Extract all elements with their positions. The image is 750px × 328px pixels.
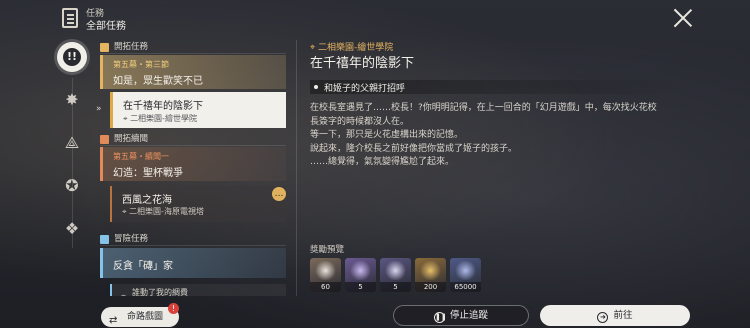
location-pin-icon: ⌖ xyxy=(122,207,127,216)
adventure-mark-icon xyxy=(100,235,109,244)
arrow-right-icon: ➜ xyxy=(597,312,609,323)
rail-adventure-button[interactable]: ✪ xyxy=(62,176,82,196)
exclamation-icon: !! xyxy=(63,48,81,66)
panel-divider xyxy=(296,40,297,296)
reward-item[interactable]: 65000 xyxy=(450,258,481,292)
reward-item[interactable]: 5 xyxy=(345,258,376,292)
location-pin-icon: ⌖ xyxy=(123,114,128,123)
stop-tracking-button[interactable]: ❚❚ 停止追蹤 xyxy=(393,305,529,326)
star-icon: ✪ xyxy=(65,176,79,195)
rail-daily-button[interactable]: ❖ xyxy=(62,219,82,239)
rewards-row: 60 5 5 200 65000 xyxy=(310,258,481,292)
quest-card-trailblaze[interactable]: 第五幕・第三節 如是，眾生歡笑不已 xyxy=(100,55,286,89)
rail-trailblaze-button[interactable]: ✸ xyxy=(62,90,82,110)
rail-companion-button[interactable]: ⟁ xyxy=(62,133,82,153)
objective-bullet-icon xyxy=(314,85,318,89)
reward-item[interactable]: 5 xyxy=(380,258,411,292)
quest-description: 在校長室遇見了……校長！?你明明記得，在上一回合的「幻月遊戲」中，每次找火花校 … xyxy=(310,103,657,167)
quest-card-active[interactable]: 在千禧年的陰影下 ⌖ 二相樂園-繪世學院 xyxy=(110,92,286,128)
quest-list[interactable]: 開拓任務 第五幕・第三節 如是，眾生歡笑不已 在千禧年的陰影下 ⌖ 二相樂園-繪… xyxy=(100,38,290,296)
quest-card-adventure[interactable]: 反貪「磚」家 xyxy=(100,248,286,278)
triangle-icon: ⟁ xyxy=(64,133,80,152)
reward-item[interactable]: 200 xyxy=(415,258,446,292)
gear-diamond-icon: ✸ xyxy=(65,90,79,109)
reward-icon xyxy=(314,261,337,280)
objective-text: 和姬子的父親打招呼 xyxy=(324,84,406,94)
reward-icon xyxy=(419,261,442,280)
section-header-trailblaze: 開拓任務 xyxy=(100,40,286,54)
detail-title: 在千禧年的陰影下 xyxy=(310,56,415,71)
quest-card-continuance[interactable]: 第五幕・續聞一 幻造：聖杯戰爭 xyxy=(100,147,286,181)
selected-arrow-icon: » xyxy=(96,104,102,114)
reward-icon xyxy=(349,261,372,280)
pause-icon: ❚❚ xyxy=(433,312,447,323)
map-icon: ⇄ xyxy=(109,315,118,326)
eye-icon: ◉ xyxy=(120,293,127,296)
reward-icon xyxy=(454,261,477,280)
go-button[interactable]: ➜ 前往 xyxy=(540,305,690,326)
close-button[interactable] xyxy=(673,8,693,28)
diamond-icon: ❖ xyxy=(64,219,80,238)
trailblaze-mark-icon xyxy=(100,43,109,52)
quest-card-peek[interactable]: ◉ 誰動了我的綢費 xyxy=(110,284,286,296)
reward-item[interactable]: 60 xyxy=(310,258,341,292)
quest-card-sub[interactable]: 西風之花海 ⌖ 二相樂園-海原電視塔 xyxy=(110,186,286,222)
section-header-continuance: 開拓續聞 xyxy=(100,132,286,146)
rewards-label: 獎勵預覽 xyxy=(310,245,345,255)
page-title: 全部任務 xyxy=(86,21,126,32)
chat-bubble-icon[interactable]: … xyxy=(272,187,286,201)
section-header-adventure: 冒險任務 xyxy=(100,232,286,246)
notification-badge: ! xyxy=(168,303,179,314)
reward-icon xyxy=(384,261,407,280)
rail-all-quests-button[interactable]: !! xyxy=(57,42,87,72)
continuance-mark-icon xyxy=(100,135,109,144)
quest-log-icon xyxy=(62,8,78,28)
